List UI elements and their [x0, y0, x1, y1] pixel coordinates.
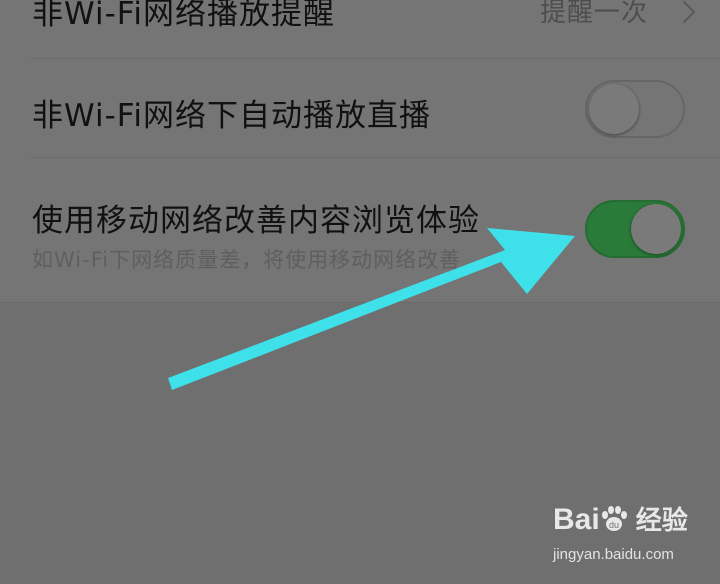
svg-text:du: du [609, 520, 619, 530]
watermark-url: jingyan.baidu.com [553, 546, 674, 563]
paw-icon: du [602, 506, 627, 531]
settings-screen: 非Wi-Fi网络播放提醒 提醒一次 非Wi-Fi网络下自动播放直播 使用移动网络… [0, 0, 720, 584]
baidu-jingyan-watermark: Bai 经验 du jingyan.baidu.com [553, 500, 713, 570]
annotation-arrow-icon [168, 228, 575, 390]
